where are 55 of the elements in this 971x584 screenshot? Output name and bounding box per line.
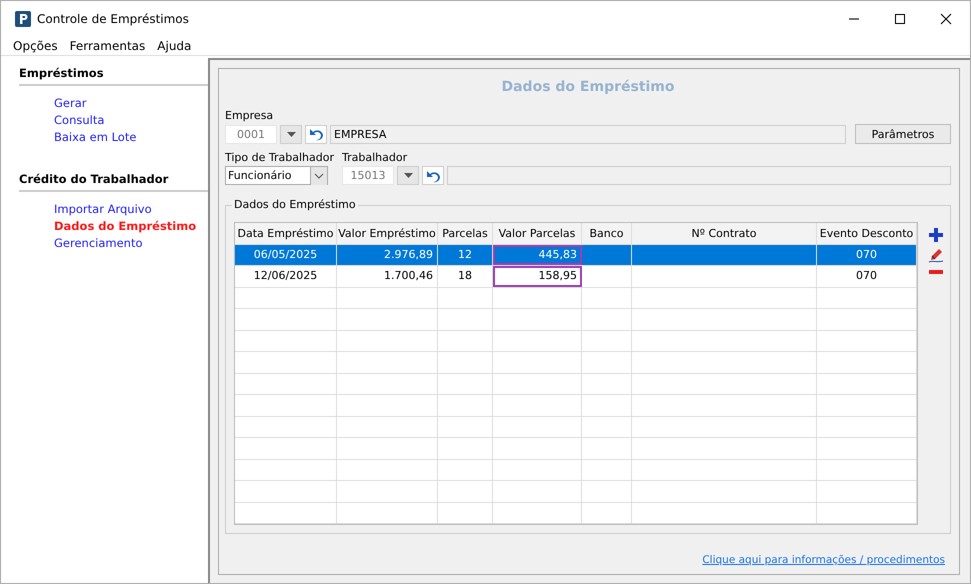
pencil-icon[interactable] (928, 248, 944, 264)
table-cell: 070 (817, 266, 917, 286)
add-icon[interactable] (929, 228, 943, 242)
parameters-button[interactable]: Parâmetros (855, 124, 951, 144)
column-header: Parcelas (438, 223, 493, 244)
worker-type-select[interactable]: Funcionário (225, 166, 328, 185)
table-cell: 12/06/2025 (235, 266, 337, 286)
table-cell: 2.976,89 (337, 244, 438, 265)
sidebar-link[interactable]: Dados do Empréstimo (54, 219, 196, 233)
dropdown-button[interactable] (280, 124, 302, 144)
menu-item[interactable]: Opções (13, 39, 58, 53)
caret-icon (286, 132, 296, 136)
column-header: Data Empréstimo (235, 223, 337, 244)
table-cell: 18 (438, 266, 493, 286)
close-icon[interactable] (940, 13, 952, 25)
column-header: Evento Desconto (817, 223, 917, 244)
info-link[interactable]: Clique aqui para informações / procedimentos (702, 554, 945, 566)
chevron-down-icon (310, 166, 327, 184)
sidebar-link[interactable]: Baixa em Lote (54, 130, 136, 144)
column-header: Valor Empréstimo (337, 223, 438, 244)
panel-title: Dados do Empréstimo (500, 79, 676, 95)
field-label: Empresa (225, 109, 274, 122)
worker-code-field[interactable]: 15013 (342, 166, 394, 185)
caret-icon (404, 173, 412, 178)
undo-arrow-icon (425, 168, 441, 182)
table-row[interactable]: 12/06/2025 1.700,46 18 158,95 070 (235, 266, 917, 288)
table-cell: 158,95 (493, 266, 582, 286)
company-name-field[interactable]: EMPRESA (330, 124, 846, 144)
field-label: Tipo de Trabalhador (225, 151, 334, 164)
column-header: Valor Parcelas (493, 223, 582, 244)
table-row[interactable]: 06/05/2025 2.976,89 12 445,83 070 (235, 244, 917, 266)
sidebar-link[interactable]: Gerenciamento (54, 236, 143, 250)
table-cell: 070 (817, 244, 917, 265)
table-cell: 1.700,46 (337, 266, 438, 286)
worker-name-field[interactable] (447, 166, 951, 185)
group-title: Dados do Empréstimo (232, 198, 358, 211)
maximize-icon[interactable] (894, 13, 906, 25)
company-code-field[interactable]: 0001 (225, 124, 277, 144)
field-label: Trabalhador (342, 151, 408, 164)
sidebar-link[interactable]: Importar Arquivo (54, 202, 152, 216)
undo-arrow-icon (308, 127, 324, 141)
column-header: Banco (582, 223, 632, 244)
undo-button[interactable] (305, 124, 327, 144)
sidebar-link[interactable]: Gerar (54, 96, 86, 110)
dropdown-button[interactable] (397, 166, 419, 185)
app-logo-icon (15, 11, 31, 27)
column-header: Nº Contrato (632, 223, 817, 244)
sidebar-link[interactable]: Consulta (54, 113, 104, 127)
menu-item[interactable]: Ajuda (157, 39, 192, 53)
table-cell: 445,83 (493, 244, 582, 265)
window-title: Controle de Empréstimos (37, 12, 189, 26)
table-cell: 06/05/2025 (235, 244, 337, 265)
undo-button[interactable] (422, 166, 444, 185)
table-cell: 12 (438, 244, 493, 265)
menu-item[interactable]: Ferramentas (70, 39, 146, 53)
